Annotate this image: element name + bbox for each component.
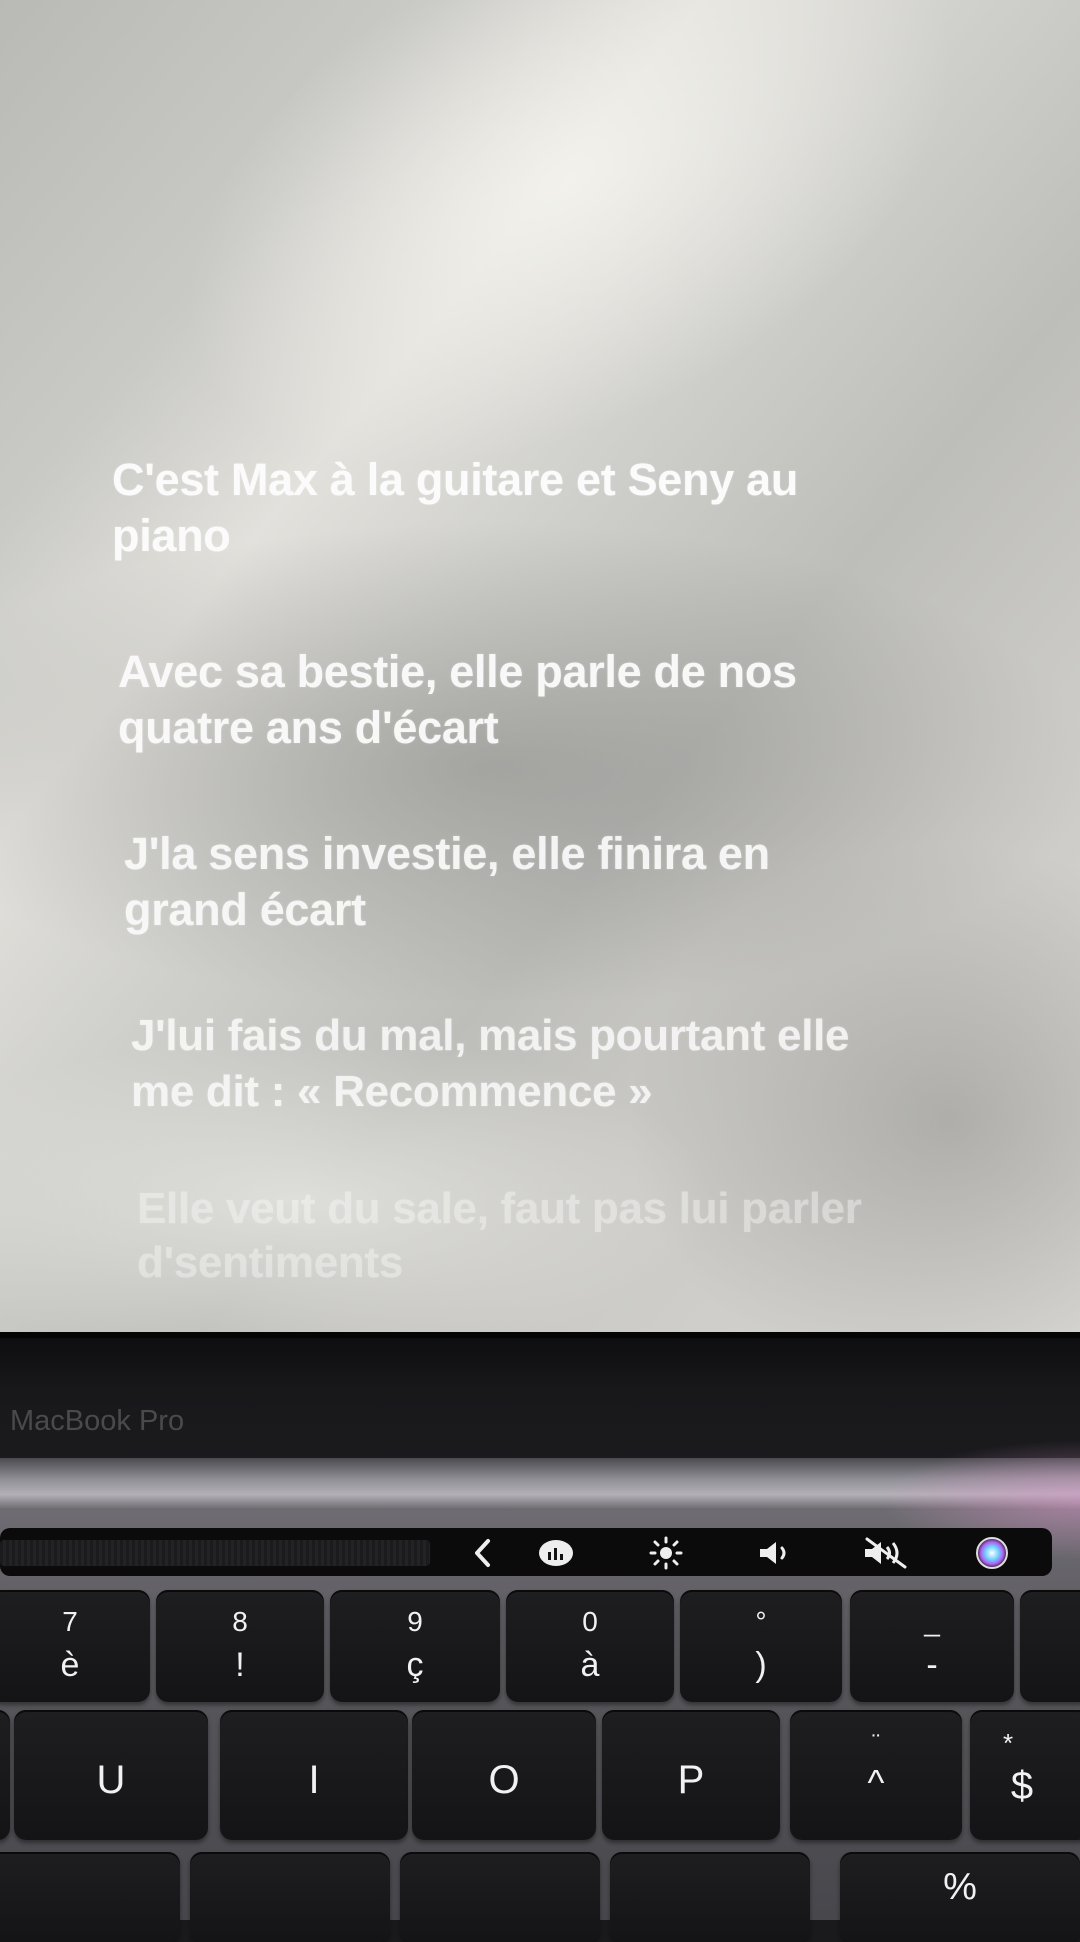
lyric-line[interactable]: C'est Max à la guitare et Seny au piano [112,452,932,564]
key-label: % [943,1866,977,1908]
key-equals[interactable] [1020,1590,1080,1702]
lyric-text: Avec sa bestie, elle parle de nos [118,646,797,697]
key-7[interactable]: 7 è [0,1590,150,1702]
key-y[interactable] [0,1710,10,1840]
key-0[interactable]: 0 à [506,1590,674,1702]
lyrics-panel: C'est Max à la guitare et Seny au piano … [0,0,1080,1338]
lyric-line[interactable]: J'la sens investie, elle finira en grand… [124,826,944,938]
key-percent[interactable]: % [840,1852,1080,1942]
key-label: 0 [582,1606,598,1637]
laptop-screen: C'est Max à la guitare et Seny au piano … [0,0,1080,1338]
key-j[interactable] [0,1852,180,1942]
touch-bar-scrubber[interactable] [0,1540,430,1566]
volume-icon[interactable] [754,1536,798,1570]
key-label: ! [235,1646,245,1684]
key-degree[interactable]: ° ) [680,1590,842,1702]
key-label: 8 [232,1606,248,1637]
key-9[interactable]: 9 ç [330,1590,500,1702]
brand-label: MacBook Pro [10,1405,185,1437]
key-label: - [926,1646,938,1684]
key-label: I [308,1758,320,1802]
key-label: _ [924,1606,940,1637]
key-dollar[interactable]: * $ [970,1710,1080,1840]
key-label: è [60,1646,80,1684]
lyric-line[interactable]: J'lui fais du mal, mais pourtant elle me… [131,1008,971,1120]
key-label: * [1002,1728,1014,1758]
key-label: ç [406,1646,424,1684]
lyric-line[interactable]: Elle veut du sale, faut pas lui parler d… [137,1182,977,1290]
key-8[interactable]: 8 ! [156,1590,324,1702]
key-circumflex[interactable]: ¨ ^ [790,1710,962,1840]
bezel-edge [0,1332,1080,1338]
lyric-text: Elle veut du sale, faut pas lui parler [137,1184,862,1233]
key-l[interactable] [400,1852,600,1942]
key-label: U [96,1758,126,1802]
key-label: ) [755,1646,767,1684]
key-o[interactable]: O [412,1710,596,1840]
lyric-text: piano [112,510,231,561]
key-label: à [580,1646,600,1684]
key-dash[interactable]: _ - [850,1590,1014,1702]
key-i[interactable]: I [220,1710,408,1840]
lyric-text: grand écart [124,884,366,935]
lyric-text: C'est Max à la guitare et Seny au [112,454,799,505]
key-label: P [677,1758,705,1802]
lyric-text: J'la sens investie, elle finira en [124,828,770,879]
lyric-text: quatre ans d'écart [118,702,499,753]
key-label: O [488,1758,520,1802]
key-label: 9 [407,1606,423,1637]
lyric-line[interactable]: Avec sa bestie, elle parle de nos quatre… [118,644,938,756]
lyric-text: d'sentiments [137,1238,404,1287]
key-p[interactable]: P [602,1710,780,1840]
key-label: ¨ [872,1730,880,1757]
key-m[interactable] [610,1852,810,1942]
key-label: 7 [62,1606,78,1637]
brightness-icon[interactable] [646,1536,686,1570]
key-label: $ [1010,1764,1034,1808]
lyric-text: me dit : « Recommence » [131,1067,653,1116]
mute-icon[interactable] [858,1536,914,1570]
dashboard-icon[interactable] [536,1536,576,1570]
key-label: ° [755,1606,767,1637]
siri-icon[interactable] [970,1536,1014,1570]
key-u[interactable]: U [14,1710,208,1840]
key-k[interactable] [190,1852,390,1942]
lyric-text: J'lui fais du mal, mais pourtant elle [131,1011,850,1060]
key-label: ^ [867,1762,885,1803]
chevron-left-icon[interactable] [468,1536,498,1570]
